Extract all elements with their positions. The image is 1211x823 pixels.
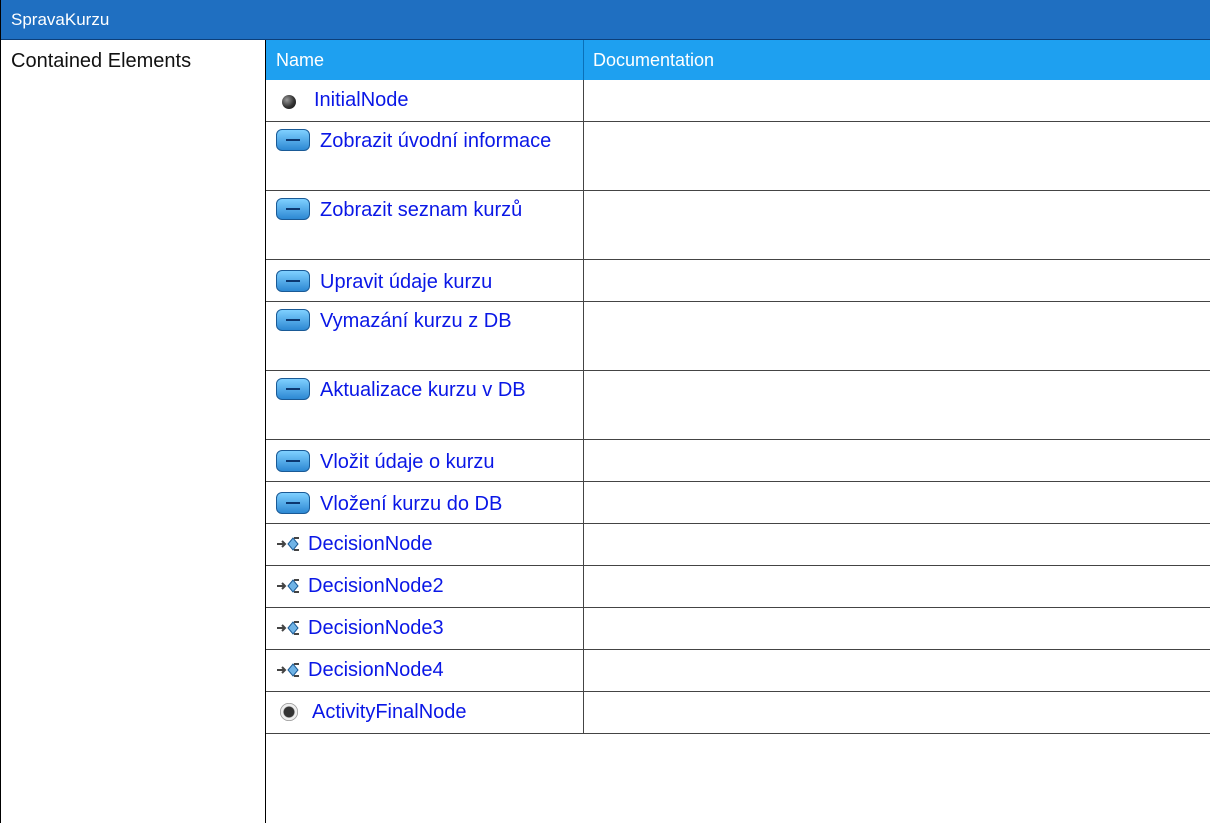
element-link[interactable]: Vložit údaje o kurzu <box>320 451 495 473</box>
column-header-documentation[interactable]: Documentation <box>584 40 1210 80</box>
table-row: DecisionNode <box>266 524 1210 566</box>
table-row: Vložit údaje o kurzu <box>266 440 1210 482</box>
column-header-name[interactable]: Name <box>266 40 584 80</box>
element-link[interactable]: DecisionNode3 <box>308 617 444 639</box>
documentation-cell <box>584 80 1210 121</box>
table-row: DecisionNode3 <box>266 608 1210 650</box>
documentation-cell <box>584 692 1210 733</box>
initial-node-icon <box>282 95 296 109</box>
action-icon <box>276 129 310 151</box>
action-icon <box>276 450 310 472</box>
documentation-cell <box>584 566 1210 607</box>
element-link[interactable]: Zobrazit seznam kurzů <box>320 199 522 221</box>
element-link[interactable]: ActivityFinalNode <box>312 701 467 723</box>
documentation-cell <box>584 608 1210 649</box>
documentation-cell <box>584 122 1210 190</box>
element-link[interactable]: DecisionNode2 <box>308 575 444 597</box>
contained-elements-label: Contained Elements <box>1 40 266 823</box>
element-link[interactable]: Vložení kurzu do DB <box>320 493 502 515</box>
decision-node-icon <box>276 535 300 553</box>
documentation-cell <box>584 260 1210 301</box>
table-header: Name Documentation <box>266 40 1210 80</box>
table-row: Vymazání kurzu z DB <box>266 302 1210 371</box>
action-icon <box>276 270 310 292</box>
table-row: DecisionNode2 <box>266 566 1210 608</box>
window-title: SpravaKurzu <box>1 0 1210 40</box>
table-row: Aktualizace kurzu v DB <box>266 371 1210 440</box>
elements-table: Name Documentation InitialNode Zobrazit … <box>266 40 1210 823</box>
element-link[interactable]: Aktualizace kurzu v DB <box>320 379 526 401</box>
decision-node-icon <box>276 619 300 637</box>
action-icon <box>276 492 310 514</box>
decision-node-icon <box>276 661 300 679</box>
element-link[interactable]: DecisionNode4 <box>308 659 444 681</box>
element-link[interactable]: Zobrazit úvodní informace <box>320 130 551 152</box>
documentation-cell <box>584 650 1210 691</box>
documentation-cell <box>584 524 1210 565</box>
documentation-cell <box>584 482 1210 523</box>
table-row: Vložení kurzu do DB <box>266 482 1210 524</box>
table-row: DecisionNode4 <box>266 650 1210 692</box>
element-link[interactable]: DecisionNode <box>308 533 433 555</box>
element-report: SpravaKurzu Contained Elements Name Docu… <box>0 0 1210 823</box>
documentation-cell <box>584 440 1210 481</box>
table-row: ActivityFinalNode <box>266 692 1210 734</box>
documentation-cell <box>584 191 1210 259</box>
element-link[interactable]: InitialNode <box>314 89 409 111</box>
element-link[interactable]: Vymazání kurzu z DB <box>320 310 512 332</box>
table-row: Upravit údaje kurzu <box>266 260 1210 302</box>
table-row: Zobrazit seznam kurzů <box>266 191 1210 260</box>
element-link[interactable]: Upravit údaje kurzu <box>320 271 492 293</box>
decision-node-icon <box>276 577 300 595</box>
action-icon <box>276 378 310 400</box>
table-row: Zobrazit úvodní informace <box>266 122 1210 191</box>
action-icon <box>276 309 310 331</box>
activity-final-node-icon <box>280 703 298 721</box>
table-row: InitialNode <box>266 80 1210 122</box>
documentation-cell <box>584 371 1210 439</box>
action-icon <box>276 198 310 220</box>
documentation-cell <box>584 302 1210 370</box>
